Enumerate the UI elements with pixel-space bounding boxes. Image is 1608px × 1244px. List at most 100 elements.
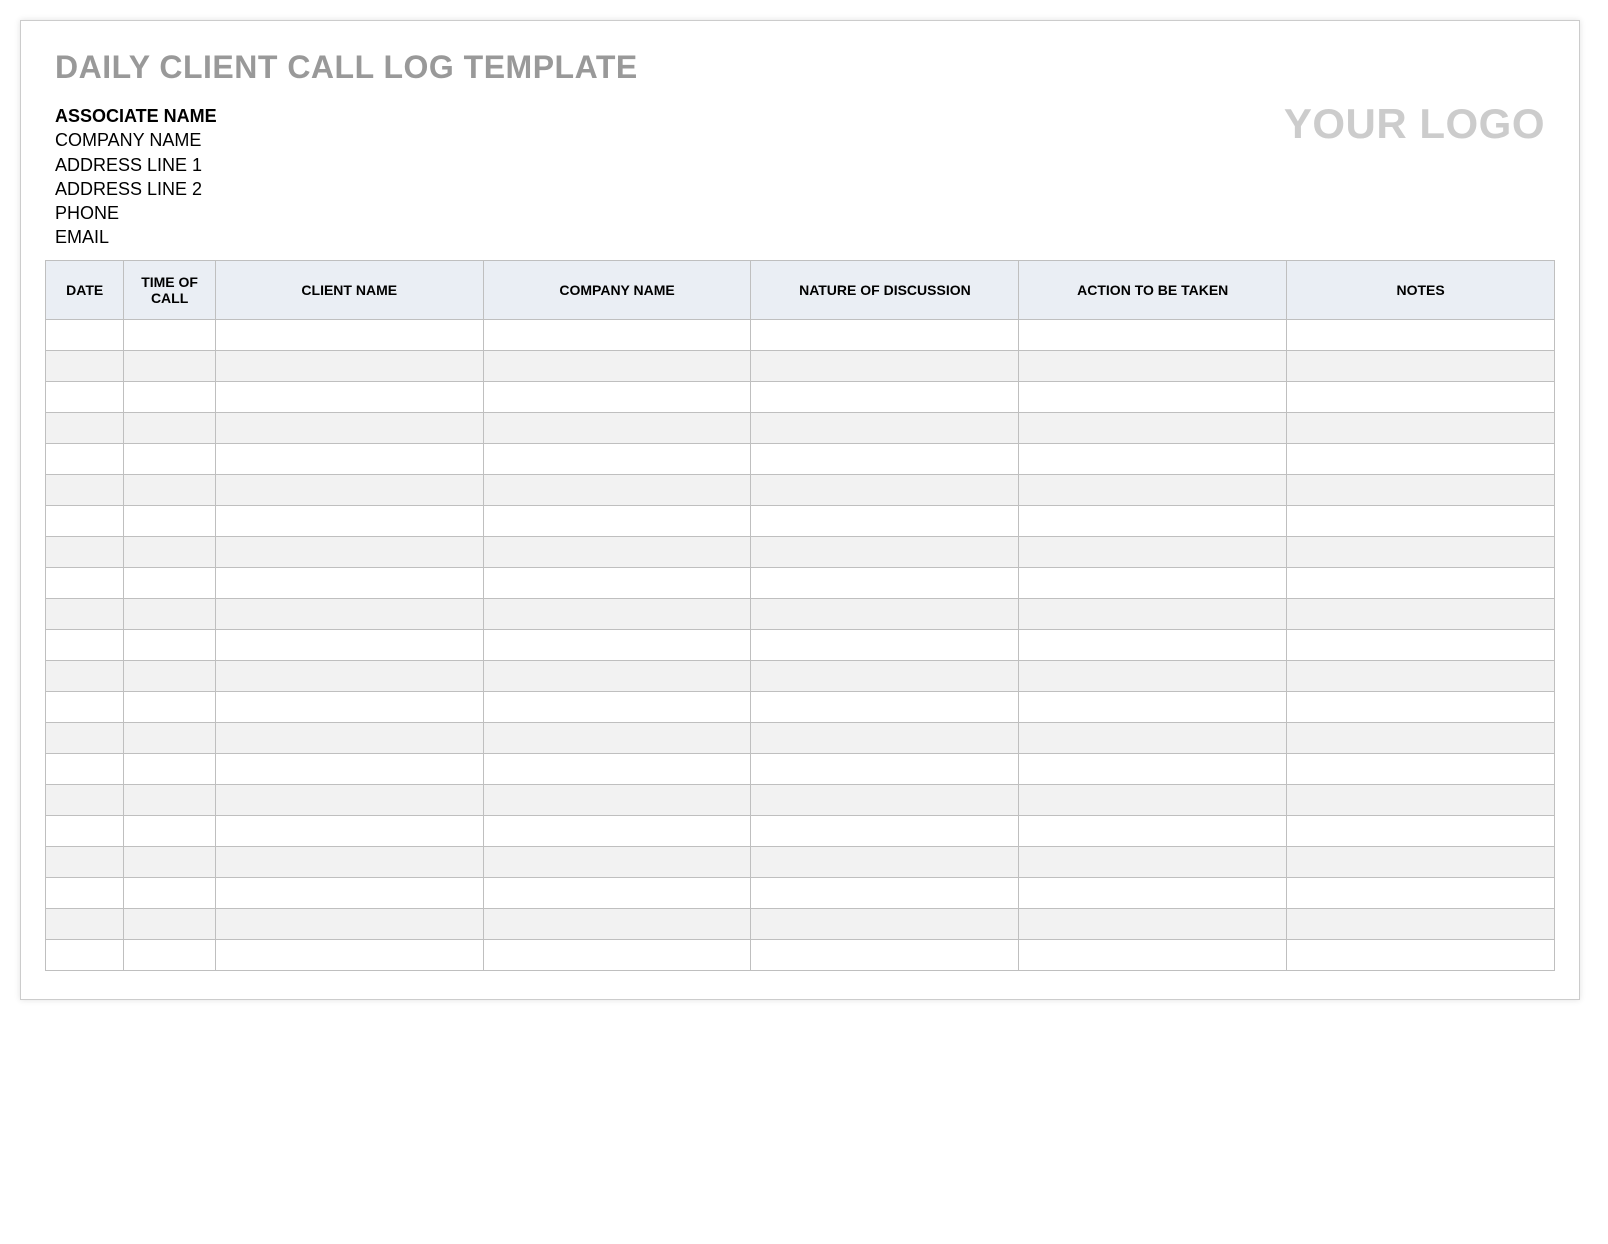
cell-notes[interactable]	[1287, 660, 1555, 691]
cell-client_name[interactable]	[215, 691, 483, 722]
cell-client_name[interactable]	[215, 598, 483, 629]
cell-notes[interactable]	[1287, 567, 1555, 598]
cell-company_name[interactable]	[483, 691, 751, 722]
cell-action_to_be_taken[interactable]	[1019, 381, 1287, 412]
cell-notes[interactable]	[1287, 536, 1555, 567]
cell-notes[interactable]	[1287, 598, 1555, 629]
cell-notes[interactable]	[1287, 629, 1555, 660]
cell-company_name[interactable]	[483, 846, 751, 877]
cell-notes[interactable]	[1287, 846, 1555, 877]
cell-client_name[interactable]	[215, 319, 483, 350]
cell-nature_of_discussion[interactable]	[751, 660, 1019, 691]
cell-client_name[interactable]	[215, 660, 483, 691]
cell-notes[interactable]	[1287, 939, 1555, 970]
cell-action_to_be_taken[interactable]	[1019, 784, 1287, 815]
cell-company_name[interactable]	[483, 474, 751, 505]
cell-client_name[interactable]	[215, 815, 483, 846]
cell-action_to_be_taken[interactable]	[1019, 908, 1287, 939]
cell-nature_of_discussion[interactable]	[751, 722, 1019, 753]
cell-action_to_be_taken[interactable]	[1019, 319, 1287, 350]
cell-client_name[interactable]	[215, 877, 483, 908]
cell-nature_of_discussion[interactable]	[751, 691, 1019, 722]
cell-nature_of_discussion[interactable]	[751, 877, 1019, 908]
cell-company_name[interactable]	[483, 505, 751, 536]
cell-company_name[interactable]	[483, 381, 751, 412]
cell-company_name[interactable]	[483, 939, 751, 970]
cell-action_to_be_taken[interactable]	[1019, 660, 1287, 691]
cell-notes[interactable]	[1287, 877, 1555, 908]
cell-action_to_be_taken[interactable]	[1019, 536, 1287, 567]
cell-date[interactable]	[46, 908, 124, 939]
cell-time_of_call[interactable]	[124, 412, 215, 443]
cell-nature_of_discussion[interactable]	[751, 443, 1019, 474]
cell-nature_of_discussion[interactable]	[751, 598, 1019, 629]
cell-action_to_be_taken[interactable]	[1019, 722, 1287, 753]
cell-date[interactable]	[46, 691, 124, 722]
cell-nature_of_discussion[interactable]	[751, 567, 1019, 598]
cell-client_name[interactable]	[215, 474, 483, 505]
cell-client_name[interactable]	[215, 350, 483, 381]
cell-time_of_call[interactable]	[124, 598, 215, 629]
cell-nature_of_discussion[interactable]	[751, 381, 1019, 412]
cell-nature_of_discussion[interactable]	[751, 474, 1019, 505]
cell-date[interactable]	[46, 412, 124, 443]
cell-action_to_be_taken[interactable]	[1019, 877, 1287, 908]
cell-nature_of_discussion[interactable]	[751, 319, 1019, 350]
cell-client_name[interactable]	[215, 505, 483, 536]
cell-company_name[interactable]	[483, 319, 751, 350]
cell-nature_of_discussion[interactable]	[751, 629, 1019, 660]
cell-date[interactable]	[46, 846, 124, 877]
cell-date[interactable]	[46, 381, 124, 412]
cell-client_name[interactable]	[215, 939, 483, 970]
cell-nature_of_discussion[interactable]	[751, 412, 1019, 443]
cell-time_of_call[interactable]	[124, 536, 215, 567]
cell-time_of_call[interactable]	[124, 660, 215, 691]
cell-date[interactable]	[46, 319, 124, 350]
cell-time_of_call[interactable]	[124, 505, 215, 536]
cell-notes[interactable]	[1287, 753, 1555, 784]
cell-action_to_be_taken[interactable]	[1019, 567, 1287, 598]
cell-notes[interactable]	[1287, 412, 1555, 443]
cell-action_to_be_taken[interactable]	[1019, 474, 1287, 505]
cell-date[interactable]	[46, 815, 124, 846]
cell-nature_of_discussion[interactable]	[751, 784, 1019, 815]
cell-date[interactable]	[46, 939, 124, 970]
cell-action_to_be_taken[interactable]	[1019, 598, 1287, 629]
cell-notes[interactable]	[1287, 815, 1555, 846]
cell-time_of_call[interactable]	[124, 815, 215, 846]
cell-action_to_be_taken[interactable]	[1019, 629, 1287, 660]
cell-action_to_be_taken[interactable]	[1019, 846, 1287, 877]
cell-client_name[interactable]	[215, 443, 483, 474]
cell-date[interactable]	[46, 598, 124, 629]
cell-nature_of_discussion[interactable]	[751, 939, 1019, 970]
cell-date[interactable]	[46, 877, 124, 908]
cell-notes[interactable]	[1287, 722, 1555, 753]
cell-nature_of_discussion[interactable]	[751, 536, 1019, 567]
cell-company_name[interactable]	[483, 753, 751, 784]
cell-action_to_be_taken[interactable]	[1019, 412, 1287, 443]
cell-notes[interactable]	[1287, 319, 1555, 350]
cell-date[interactable]	[46, 753, 124, 784]
cell-action_to_be_taken[interactable]	[1019, 505, 1287, 536]
cell-time_of_call[interactable]	[124, 908, 215, 939]
cell-client_name[interactable]	[215, 784, 483, 815]
cell-company_name[interactable]	[483, 660, 751, 691]
cell-action_to_be_taken[interactable]	[1019, 350, 1287, 381]
cell-action_to_be_taken[interactable]	[1019, 443, 1287, 474]
cell-time_of_call[interactable]	[124, 753, 215, 784]
cell-nature_of_discussion[interactable]	[751, 350, 1019, 381]
cell-date[interactable]	[46, 784, 124, 815]
cell-client_name[interactable]	[215, 722, 483, 753]
cell-client_name[interactable]	[215, 846, 483, 877]
cell-company_name[interactable]	[483, 567, 751, 598]
cell-client_name[interactable]	[215, 412, 483, 443]
cell-time_of_call[interactable]	[124, 381, 215, 412]
cell-date[interactable]	[46, 567, 124, 598]
cell-nature_of_discussion[interactable]	[751, 908, 1019, 939]
cell-time_of_call[interactable]	[124, 877, 215, 908]
cell-notes[interactable]	[1287, 474, 1555, 505]
cell-company_name[interactable]	[483, 629, 751, 660]
cell-date[interactable]	[46, 350, 124, 381]
cell-action_to_be_taken[interactable]	[1019, 753, 1287, 784]
cell-date[interactable]	[46, 722, 124, 753]
